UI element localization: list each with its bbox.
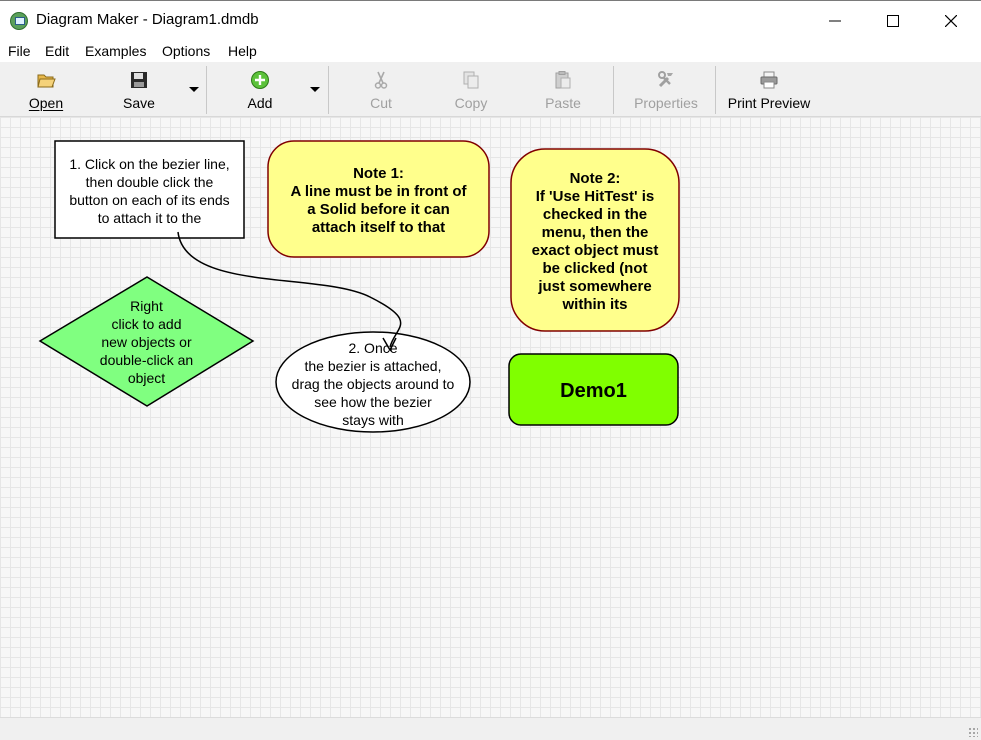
menu-options[interactable]: Options: [162, 43, 210, 59]
cut-label: Cut: [370, 95, 392, 111]
floppy-disk-icon: [131, 72, 147, 88]
toolbar-separator: [715, 66, 716, 114]
minimize-button[interactable]: [806, 1, 864, 41]
diamond-line: new objects or: [101, 334, 192, 350]
open-label: Open: [28, 95, 64, 111]
scissors-icon: [374, 71, 388, 89]
demo-label: Demo1: [560, 380, 627, 402]
save-button[interactable]: Save: [109, 64, 169, 114]
diamond-text: Right click to add new objects or double…: [80, 297, 213, 387]
instruction-line: to attach it to the: [97, 210, 202, 226]
note1-line: a Solid before it can: [307, 201, 450, 218]
diamond-line: double-click an: [99, 352, 194, 368]
save-dropdown-arrow-icon[interactable]: [189, 87, 199, 92]
note2-line: If 'Use HitTest' is: [535, 188, 655, 205]
add-button[interactable]: Add: [230, 64, 290, 114]
maximize-button[interactable]: [864, 1, 922, 41]
print-preview-button[interactable]: Print Preview: [725, 64, 813, 114]
note1-text: Note 1: A line must be in front of a Sol…: [270, 165, 487, 237]
add-dropdown-arrow-icon[interactable]: [310, 87, 320, 92]
menu-file[interactable]: File: [8, 43, 31, 59]
app-icon: [10, 12, 28, 30]
note2-line: exact object must: [531, 242, 659, 259]
ellipse-line: drag the objects around to: [291, 376, 455, 392]
note2-line: just somewhere: [538, 278, 652, 295]
status-bar: [0, 717, 981, 740]
toolbar-separator: [206, 66, 207, 114]
cut-button[interactable]: Cut: [351, 64, 411, 114]
note2-line: within its: [562, 296, 628, 313]
title-bar: Diagram Maker - Diagram1.dmdb: [0, 0, 981, 40]
ellipse-text: 2. Once the bezier is attached, drag the…: [279, 339, 467, 429]
note2-line: Note 2:: [569, 170, 621, 187]
save-label: Save: [123, 95, 155, 111]
note1-line: attach itself to that: [311, 219, 446, 236]
menu-bar: File Edit Examples Options Help: [0, 40, 981, 62]
maximize-icon: [887, 15, 899, 27]
paste-button[interactable]: Paste: [533, 64, 593, 114]
diamond-line: object: [127, 370, 166, 386]
add-circle-icon: [251, 71, 269, 89]
diamond-line: Right: [130, 298, 163, 314]
close-button[interactable]: [922, 1, 980, 41]
print-preview-label: Print Preview: [727, 95, 811, 111]
ellipse-line: see how the bezier: [314, 394, 432, 410]
menu-examples[interactable]: Examples: [85, 43, 146, 59]
properties-label: Properties: [634, 95, 698, 111]
copy-icon: [463, 71, 479, 89]
copy-button[interactable]: Copy: [441, 64, 501, 114]
tools-icon: [658, 71, 673, 88]
menu-edit[interactable]: Edit: [45, 43, 69, 59]
note1-line: A line must be in front of: [290, 183, 467, 200]
instruction-line: 1. Click on the bezier line,: [69, 156, 230, 172]
minimize-icon: [829, 20, 841, 22]
printer-icon: [760, 71, 778, 89]
add-label: Add: [247, 95, 273, 111]
window-title: Diagram Maker - Diagram1.dmdb: [36, 11, 259, 28]
toolbar-separator: [328, 66, 329, 114]
copy-label: Copy: [454, 95, 488, 111]
ellipse-line: the bezier is attached,: [304, 358, 442, 374]
resize-grip-icon[interactable]: [968, 727, 978, 737]
instruction-line: then double click the: [85, 174, 214, 190]
instruction-line: button on each of its ends: [69, 192, 230, 208]
properties-button[interactable]: Properties: [630, 64, 702, 114]
menu-help[interactable]: Help: [228, 43, 257, 59]
note2-line: menu, then the: [541, 224, 649, 241]
ellipse-line: 2. Once: [348, 340, 398, 356]
diagram-canvas[interactable]: 1. Click on the bezier line, then double…: [0, 117, 981, 717]
folder-open-icon: [37, 74, 56, 88]
paste-icon: [555, 71, 571, 89]
note2-line: be clicked (not: [542, 260, 648, 277]
open-button[interactable]: Open: [16, 64, 76, 114]
note1-line: Note 1:: [353, 165, 404, 182]
toolbar-separator: [613, 66, 614, 114]
note2-line: checked in the: [542, 206, 648, 223]
diamond-line: click to add: [111, 316, 182, 332]
toolbar: Open Save Add Cut Copy Paste Properties …: [0, 62, 981, 117]
close-icon: [945, 15, 957, 27]
instruction-box-text: 1. Click on the bezier line, then double…: [56, 155, 243, 227]
ellipse-line: stays with: [342, 412, 404, 428]
paste-label: Paste: [545, 95, 581, 111]
note2-text: Note 2: If 'Use HitTest' is checked in t…: [513, 170, 677, 314]
